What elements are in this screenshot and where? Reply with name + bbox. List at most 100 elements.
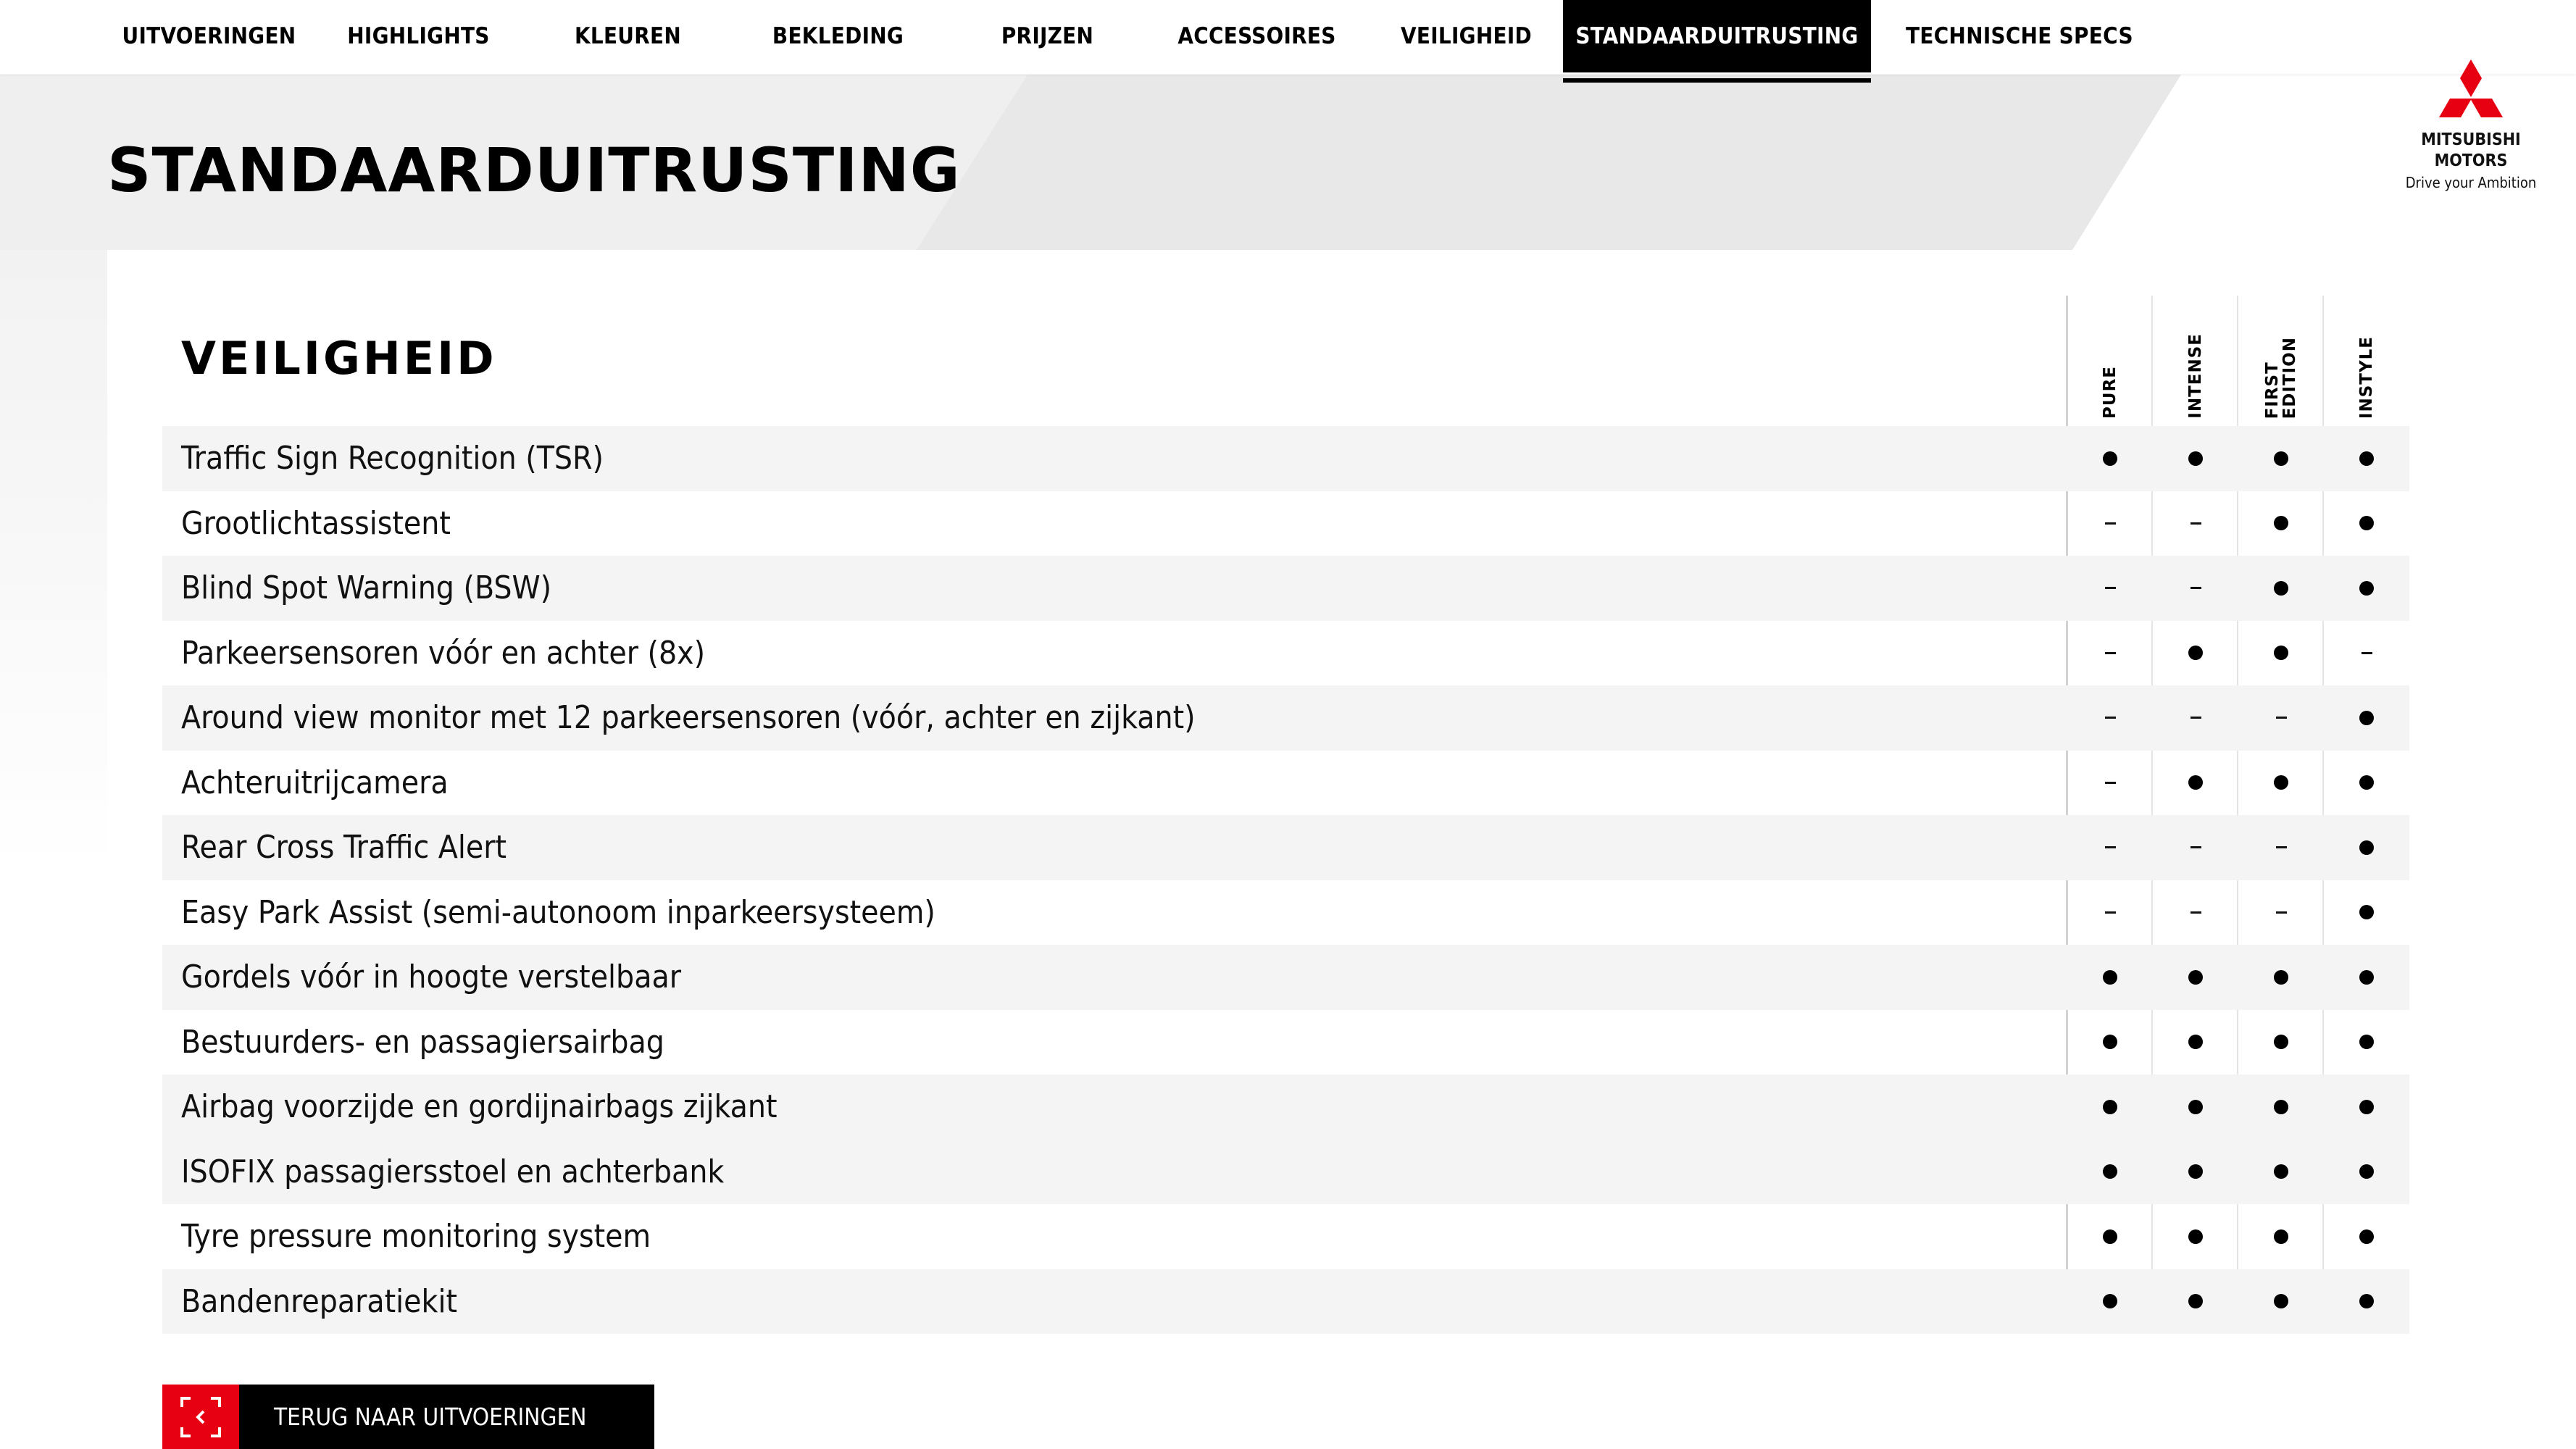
table-row: Grootlichtassistent xyxy=(162,491,2409,556)
back-to-uitvoeringen-button[interactable]: TERUG NAAR UITVOERINGEN xyxy=(162,1385,654,1449)
not-included-dash-icon xyxy=(2361,651,2372,654)
included-dot-icon xyxy=(2274,646,2288,661)
feature-cell xyxy=(2067,1010,2153,1075)
feature-cell xyxy=(2324,491,2409,556)
column-header-instyle: INSTYLE xyxy=(2324,296,2409,419)
included-dot-icon xyxy=(2359,969,2374,985)
nav-tab-kleuren[interactable]: KLEUREN xyxy=(523,0,733,72)
not-included-dash-icon xyxy=(2104,651,2116,654)
table-row: ISOFIX passagiersstoel en achterbank xyxy=(162,1139,2409,1205)
table-row: Easy Park Assist (semi-autonoom inparkee… xyxy=(162,880,2409,945)
feature-label: Gordels vóór in hoogte verstelbaar xyxy=(181,959,681,996)
feature-cell xyxy=(2238,556,2324,621)
table-row: Achteruitrijcamera xyxy=(162,751,2409,816)
feature-cell xyxy=(2238,1074,2324,1140)
feature-cell xyxy=(2324,1269,2409,1335)
nav-tab-bekleding[interactable]: BEKLEDING xyxy=(733,0,943,72)
not-included-dash-icon xyxy=(2190,717,2201,719)
column-header-pure: PURE xyxy=(2067,296,2153,419)
feature-cell xyxy=(2238,880,2324,945)
feature-cell xyxy=(2238,815,2324,880)
feature-cell xyxy=(2153,556,2238,621)
back-icon-box xyxy=(162,1385,239,1449)
included-dot-icon xyxy=(2103,1164,2117,1179)
included-dot-icon xyxy=(2274,1035,2288,1050)
included-dot-icon xyxy=(2359,1229,2374,1244)
feature-label: Bestuurders- en passagiersairbag xyxy=(181,1023,664,1061)
feature-cell xyxy=(2153,1140,2238,1205)
feature-cell xyxy=(2324,815,2409,880)
included-dot-icon xyxy=(2359,775,2374,790)
included-dot-icon xyxy=(2274,1294,2288,1309)
brand-logo[interactable]: MITSUBISHI MOTORS Drive your Ambition xyxy=(2391,58,2551,191)
feature-cell xyxy=(2238,751,2324,816)
feature-cell xyxy=(2067,945,2153,1010)
included-dot-icon xyxy=(2188,775,2203,790)
feature-cell xyxy=(2153,491,2238,556)
feature-label: Bandenreparatiekit xyxy=(181,1282,457,1320)
feature-cell xyxy=(2153,1010,2238,1075)
included-dot-icon xyxy=(2188,646,2203,661)
column-header-label: INTENSE xyxy=(2186,333,2205,419)
not-included-dash-icon xyxy=(2275,846,2287,849)
column-header-label: FIRST EDITION xyxy=(2263,336,2299,419)
table-row: Bandenreparatiekit xyxy=(162,1269,2409,1335)
feature-table: Traffic Sign Recognition (TSR) Grootlicht… xyxy=(162,426,2409,1334)
feature-cell xyxy=(2153,621,2238,686)
not-included-dash-icon xyxy=(2104,911,2116,914)
feature-cell xyxy=(2153,945,2238,1010)
included-dot-icon xyxy=(2188,1035,2203,1050)
included-dot-icon xyxy=(2188,451,2203,466)
feature-cell xyxy=(2067,426,2153,491)
included-dot-icon xyxy=(2103,1035,2117,1050)
feature-label: Around view monitor met 12 parkeersensor… xyxy=(181,699,1196,737)
section-title: VEILIGHEID xyxy=(181,332,497,385)
not-included-dash-icon xyxy=(2275,717,2287,719)
not-included-dash-icon xyxy=(2190,911,2201,914)
included-dot-icon xyxy=(2359,1035,2374,1050)
feature-cell xyxy=(2067,491,2153,556)
included-dot-icon xyxy=(2274,516,2288,531)
column-header-label: INSTYLE xyxy=(2357,335,2376,419)
not-included-dash-icon xyxy=(2190,522,2201,525)
nav-tab-technische-specs[interactable]: TECHNISCHE SPECS xyxy=(1898,0,2141,72)
feature-cell xyxy=(2324,621,2409,686)
feature-cell xyxy=(2324,1204,2409,1269)
feature-cell xyxy=(2067,1140,2153,1205)
feature-cell xyxy=(2153,685,2238,751)
feature-cell xyxy=(2324,556,2409,621)
not-included-dash-icon xyxy=(2104,522,2116,525)
included-dot-icon xyxy=(2359,840,2374,855)
included-dot-icon xyxy=(2188,1229,2203,1244)
included-dot-icon xyxy=(2103,1229,2117,1244)
table-row: Parkeersensoren vóór en achter (8x) xyxy=(162,621,2409,686)
nav-tab-veiligheid[interactable]: VEILIGHEID xyxy=(1362,0,1571,72)
nav-tab-uitvoeringen[interactable]: UITVOERINGEN xyxy=(104,0,314,72)
included-dot-icon xyxy=(2359,451,2374,466)
feature-cell xyxy=(2324,880,2409,945)
not-included-dash-icon xyxy=(2104,587,2116,590)
not-included-dash-icon xyxy=(2190,587,2201,590)
feature-label: Grootlichtassistent xyxy=(181,504,451,542)
nav-tab-accessoires[interactable]: ACCESSOIRES xyxy=(1152,0,1362,72)
included-dot-icon xyxy=(2274,1229,2288,1244)
included-dot-icon xyxy=(2359,580,2374,596)
included-dot-icon xyxy=(2103,451,2117,466)
feature-label: Parkeersensoren vóór en achter (8x) xyxy=(181,634,706,672)
not-included-dash-icon xyxy=(2104,846,2116,849)
feature-cell xyxy=(2238,1140,2324,1205)
included-dot-icon xyxy=(2274,451,2288,466)
feature-cell xyxy=(2153,1204,2238,1269)
included-dot-icon xyxy=(2274,580,2288,596)
feature-cell xyxy=(2324,426,2409,491)
feature-cell xyxy=(2238,1269,2324,1335)
included-dot-icon xyxy=(2359,1099,2374,1114)
feature-label: Airbag voorzijde en gordijnairbags zijka… xyxy=(181,1088,778,1126)
not-included-dash-icon xyxy=(2104,717,2116,719)
feature-cell xyxy=(2067,751,2153,816)
nav-tab-highlights[interactable]: HIGHLIGHTS xyxy=(314,0,523,72)
nav-tab-prijzen[interactable]: PRIJZEN xyxy=(943,0,1152,72)
table-row: Gordels vóór in hoogte verstelbaar xyxy=(162,945,2409,1010)
included-dot-icon xyxy=(2359,1164,2374,1179)
nav-tab-standaarduitrusting[interactable]: STANDAARDUITRUSTING xyxy=(1563,0,1871,72)
